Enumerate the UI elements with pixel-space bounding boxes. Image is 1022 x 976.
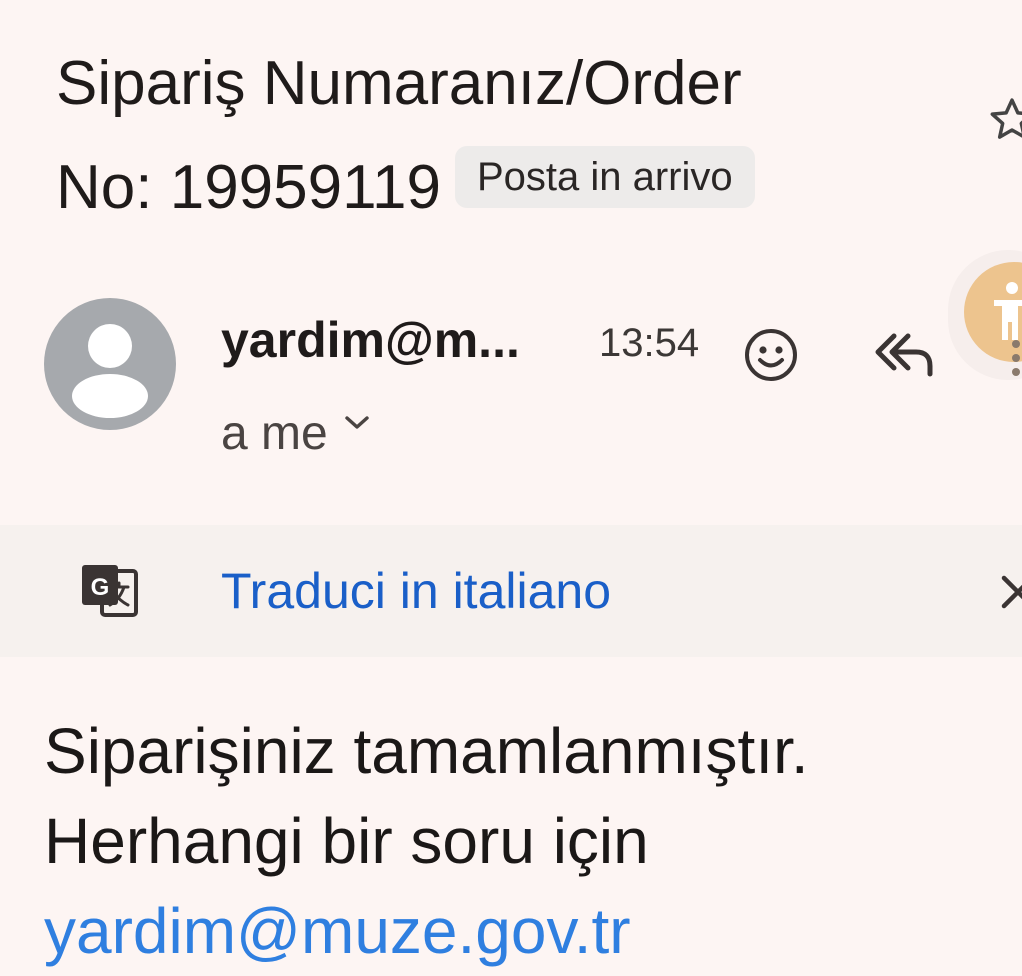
body-line-1: Siparişiniz tamamlanmıştır. bbox=[44, 715, 809, 787]
close-icon[interactable] bbox=[998, 572, 1022, 612]
sender-avatar[interactable] bbox=[44, 298, 176, 430]
sender-address[interactable]: yardim@m... bbox=[221, 308, 520, 372]
person-icon bbox=[72, 324, 148, 418]
inbox-label-chip[interactable]: Posta in arrivo bbox=[454, 146, 755, 208]
svg-text:G: G bbox=[91, 574, 110, 601]
support-email-link[interactable]: yardim@muze.gov.tr bbox=[44, 886, 1004, 976]
recipient-label: a me bbox=[221, 407, 328, 460]
reply-all-icon[interactable] bbox=[872, 330, 936, 378]
subject-line-2: No: 19959119 Posta in arrivo bbox=[56, 136, 956, 240]
chevron-down-icon bbox=[345, 416, 369, 429]
email-subject: Sipariş Numaranız/Order No: 19959119 Post… bbox=[56, 32, 956, 240]
body-line-2: Herhangi bir soru için bbox=[44, 805, 649, 877]
fab-handle-icon bbox=[1012, 340, 1020, 376]
emoji-reaction-icon[interactable] bbox=[742, 326, 800, 384]
recipient-toggle[interactable]: a me bbox=[221, 404, 370, 464]
subject-line-1: Sipariş Numaranız/Order bbox=[56, 49, 742, 118]
star-outline-icon[interactable] bbox=[986, 94, 1022, 146]
message-body: Siparişiniz tamamlanmıştır. Herhangi bir… bbox=[44, 706, 1004, 976]
google-translate-icon: G bbox=[82, 565, 138, 617]
order-number: No: 19959119 bbox=[56, 153, 441, 222]
translate-link[interactable]: Traduci in italiano bbox=[221, 558, 611, 624]
message-time: 13:54 bbox=[599, 321, 700, 365]
